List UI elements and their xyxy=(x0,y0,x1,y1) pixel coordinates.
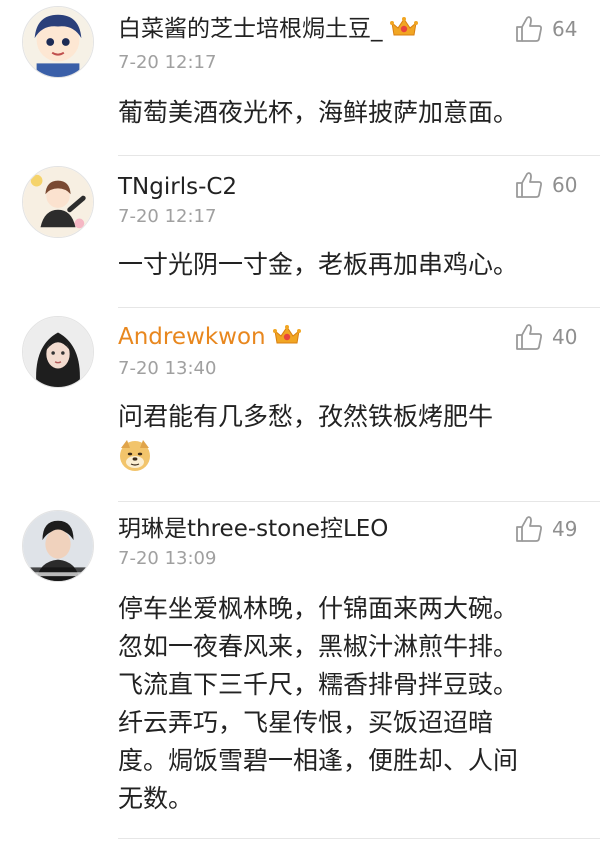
username[interactable]: Andrewkwon xyxy=(118,322,302,352)
avatar[interactable] xyxy=(22,316,94,388)
like-button[interactable]: 60 xyxy=(514,170,578,200)
comment-item: Andrewkwon 7-20 13:40 40 问君能有几多愁，孜然铁板烤肥牛 xyxy=(0,308,600,502)
avatar[interactable] xyxy=(22,6,94,78)
divider xyxy=(118,838,600,839)
thumbs-up-icon[interactable] xyxy=(514,170,544,200)
like-count: 60 xyxy=(552,173,578,197)
comment-text: 问君能有几多愁，孜然铁板烤肥牛 xyxy=(118,398,578,472)
thumbs-up-icon[interactable] xyxy=(514,322,544,352)
like-button[interactable]: 49 xyxy=(514,514,578,544)
like-count: 64 xyxy=(552,17,578,41)
username[interactable]: 白菜酱的芝士培根焗土豆_ xyxy=(118,14,419,44)
username[interactable]: TNgirls-C2 xyxy=(118,172,237,202)
doge-emoji-icon xyxy=(118,438,152,472)
like-count: 49 xyxy=(552,517,578,541)
username-text: TNgirls-C2 xyxy=(118,174,238,200)
crown-icon xyxy=(389,15,419,39)
like-count: 40 xyxy=(552,325,578,349)
comment-item: 玥琳是three-stone控LEO 7-20 13:09 49 停车坐爱枫林晚… xyxy=(0,502,600,849)
comment-line: 无数。 xyxy=(118,784,194,813)
avatar[interactable] xyxy=(22,166,94,238)
like-button[interactable]: 64 xyxy=(514,14,578,44)
timestamp: 7-20 13:09 xyxy=(118,548,217,569)
username-text: 白菜酱的芝士培根焗土豆_ xyxy=(118,16,383,42)
comment-line: 度。焗饭雪碧一相逢，便胜却、人间 xyxy=(118,746,519,775)
username-text: 玥琳是three-stone控LEO xyxy=(118,516,389,542)
comment-line: 飞流直下三千尺，糯香排骨拌豆豉。 xyxy=(118,670,519,699)
comment-text: 一寸光阴一寸金，老板再加串鸡心。 xyxy=(118,246,578,284)
timestamp: 7-20 13:40 xyxy=(118,358,217,379)
like-button[interactable]: 40 xyxy=(514,322,578,352)
timestamp: 7-20 12:17 xyxy=(118,52,217,73)
comment-text: 停车坐爱枫林晚，什锦面来两大碗。 忽如一夜春风来，黑椒汁淋煎牛排。 飞流直下三千… xyxy=(118,590,578,818)
username[interactable]: 玥琳是three-stone控LEO xyxy=(118,514,388,544)
crown-icon xyxy=(272,323,302,347)
comment-line: 问君能有几多愁，孜然铁板烤肥牛 xyxy=(118,402,494,431)
comment-text: 葡萄美酒夜光杯，海鲜披萨加意面。 xyxy=(118,94,578,132)
avatar[interactable] xyxy=(22,510,94,582)
comment-line: 葡萄美酒夜光杯，海鲜披萨加意面。 xyxy=(118,98,519,127)
comment-line: 忽如一夜春风来，黑椒汁淋煎牛排。 xyxy=(118,632,519,661)
username-text: Andrewkwon xyxy=(118,324,266,350)
comment-item: 白菜酱的芝士培根焗土豆_ 7-20 12:17 64 葡萄美酒夜光杯，海鲜披萨加… xyxy=(0,0,600,156)
comment-line: 纤云弄巧，飞星传恨，买饭迢迢暗 xyxy=(118,708,494,737)
thumbs-up-icon[interactable] xyxy=(514,14,544,44)
comment-line: 一寸光阴一寸金，老板再加串鸡心。 xyxy=(118,250,519,279)
comment-item: TNgirls-C2 7-20 12:17 60 一寸光阴一寸金，老板再加串鸡心… xyxy=(0,156,600,308)
comment-line: 停车坐爱枫林晚，什锦面来两大碗。 xyxy=(118,594,519,623)
timestamp: 7-20 12:17 xyxy=(118,206,217,227)
thumbs-up-icon[interactable] xyxy=(514,514,544,544)
